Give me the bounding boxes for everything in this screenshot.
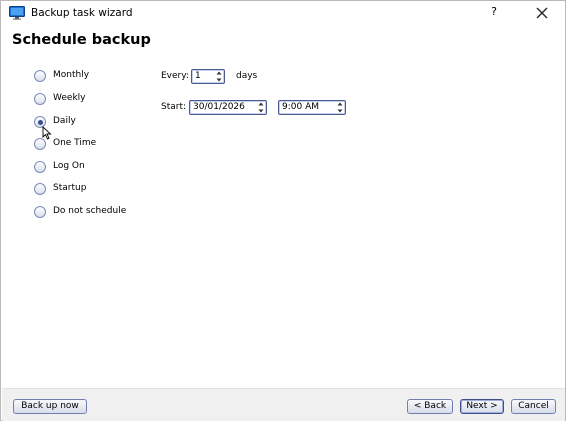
cancel-button[interactable]: Cancel — [511, 399, 556, 414]
every-days-stepper[interactable]: 1 — [191, 69, 225, 84]
every-label: Every: — [161, 71, 189, 81]
start-time-value: 9:00 AM — [282, 102, 319, 112]
radio-button[interactable] — [34, 183, 46, 195]
radio-button[interactable] — [34, 206, 46, 218]
wizard-window: Backup task wizard ? Schedule backup Mon… — [0, 0, 566, 421]
radio-monthly[interactable]: Monthly — [34, 70, 144, 84]
spin-arrows-icon[interactable] — [337, 102, 343, 113]
radio-log-on[interactable]: Log On — [34, 161, 144, 175]
mouse-cursor-icon — [42, 126, 52, 140]
radio-do-not-schedule[interactable]: Do not schedule — [34, 206, 144, 220]
radio-button[interactable] — [34, 70, 46, 82]
radio-label: Weekly — [53, 93, 86, 103]
wizard-footer: Back up now < Back Next > Cancel — [2, 388, 565, 421]
radio-label: Monthly — [53, 70, 90, 80]
radio-label: One Time — [53, 138, 97, 148]
every-days-value: 1 — [195, 71, 201, 81]
monitor-icon — [9, 6, 25, 20]
next-button[interactable]: Next > — [460, 399, 504, 414]
start-time-picker[interactable]: 9:00 AM — [278, 100, 346, 115]
spin-arrows-icon[interactable] — [216, 71, 222, 82]
back-button[interactable]: < Back — [407, 399, 453, 414]
start-date-value: 30/01/2026 — [193, 102, 245, 112]
radio-one-time[interactable]: One Time — [34, 138, 144, 152]
title-bar: Backup task wizard ? — [1, 1, 565, 27]
radio-label: Do not schedule — [53, 206, 127, 216]
start-date-picker[interactable]: 30/01/2026 — [189, 100, 267, 115]
page-title: Schedule backup — [12, 32, 151, 48]
radio-startup[interactable]: Startup — [34, 183, 144, 197]
radio-label: Daily — [53, 116, 76, 126]
days-unit-label: days — [236, 71, 258, 81]
back-up-now-button[interactable]: Back up now — [13, 399, 87, 414]
radio-label: Startup — [53, 183, 87, 193]
window-title: Backup task wizard — [31, 7, 133, 19]
radio-button[interactable] — [34, 161, 46, 173]
radio-label: Log On — [53, 161, 85, 171]
radio-weekly[interactable]: Weekly — [34, 93, 144, 107]
spin-arrows-icon[interactable] — [258, 102, 264, 113]
close-icon[interactable] — [534, 5, 550, 21]
radio-button[interactable] — [34, 93, 46, 105]
help-button[interactable]: ? — [487, 5, 501, 21]
start-label: Start: — [161, 102, 187, 112]
